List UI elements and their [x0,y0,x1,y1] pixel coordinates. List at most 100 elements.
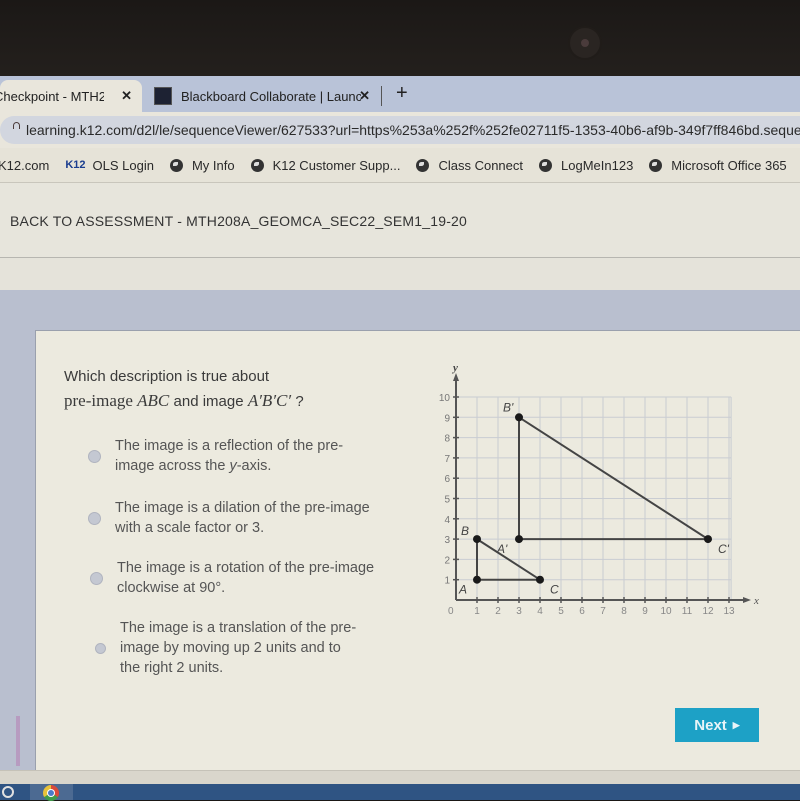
bookmark-label: My Info [191,157,235,173]
url-input[interactable]: learning.k12.com/d2l/le/sequenceViewer/6… [0,116,800,144]
y-tick-label: 5 [444,495,450,506]
tab-checkpoint[interactable]: Checkpoint - MTH208A ✕ [0,80,142,112]
chrome-icon [43,785,59,801]
y-tick-label: 3 [444,535,450,546]
y-tick-label: 2 [444,555,450,566]
x-tick-label: 4 [537,606,543,617]
globe-icon [250,158,264,172]
globe-icon [169,158,183,172]
vertex-label: C [550,583,559,597]
answer-option-2[interactable]: The image is a dilation of the pre-image… [88,498,375,538]
radio-button[interactable] [88,511,101,525]
bookmarks-bar: K12.com K12 OLS Login My Info K12 Custome… [0,148,800,183]
y-tick-label: 9 [444,413,450,424]
bookmark-label: LogMeIn123 [561,157,634,173]
x-tick-label: 7 [600,606,606,617]
tab-blackboard[interactable]: Blackboard Collaborate | Launch ✕ [146,80,376,112]
math-abc: ABC [137,391,170,410]
tab-label: Blackboard Collaborate | Launch [181,88,361,104]
x-axis-label: x [753,595,759,607]
x-tick-label: 3 [516,606,522,617]
answer-option-3[interactable]: The image is a rotation of the pre-image… [90,558,377,598]
close-tab-icon[interactable]: ✕ [359,88,370,104]
screen: Checkpoint - MTH208A ✕ Blackboard Collab… [0,76,800,801]
vertex-label: B [461,524,469,538]
question-prompt: Which description is true about pre-imag… [64,368,304,411]
bookmark-label: Class Connect [438,157,524,173]
text-pre-image: pre-image [64,391,133,410]
origin-label: 0 [448,606,454,617]
vertex-c-prime [704,535,712,544]
x-tick-label: 13 [723,606,735,617]
x-tick-label: 5 [558,606,564,617]
bookmark-office365[interactable]: Microsoft Office 365 [649,157,787,173]
vertex-b [473,535,481,544]
x-tick-label: 11 [682,606,693,617]
globe-icon [416,158,430,172]
y-tick-label: 10 [439,393,451,404]
y-tick-label: 1 [444,576,450,587]
tab-label: Checkpoint - MTH208A [0,88,104,104]
vertex-a-prime [515,535,523,544]
assessment-header: BACK TO ASSESSMENT - MTH208A_GEOMCA_SEC2… [0,183,800,258]
x-tick-label: 8 [621,606,627,617]
close-tab-icon[interactable]: ✕ [121,88,132,104]
tab-separator [381,86,382,106]
bookmark-label: K12 Customer Supp... [272,157,401,173]
blackboard-icon [154,87,172,105]
vertex-label: A' [496,542,508,556]
bookmark-customer-support[interactable]: K12 Customer Supp... [250,157,401,173]
bookmark-k12[interactable]: K12.com [0,158,49,173]
vertex-a [473,575,481,584]
globe-icon [539,158,553,172]
header-strip [0,258,800,291]
x-tick-label: 12 [702,606,714,617]
url-text: learning.k12.com/d2l/le/sequenceViewer/6… [26,122,800,138]
new-tab-button[interactable]: + [396,82,408,105]
x-axis-arrow-icon [743,597,751,603]
text-and: and image [173,393,244,410]
y-axis-label: y [451,362,458,374]
y-tick-label: 8 [444,434,450,445]
x-tick-label: 9 [642,606,648,617]
option-text: The image is a translation of the pre-im… [120,620,357,676]
back-to-assessment-link[interactable]: BACK TO ASSESSMENT - MTH208A_GEOMCA_SEC2… [10,213,467,229]
y-tick-label: 7 [444,454,450,465]
option-text-italic: y [229,458,237,474]
vertex-b-prime [515,413,523,422]
bookmark-my-info[interactable]: My Info [169,157,235,173]
bookmark-label: OLS Login [92,157,154,173]
bookmark-ols-login[interactable]: K12 OLS Login [65,158,154,173]
bookmark-label: Microsoft Office 365 [671,157,787,173]
answer-option-4[interactable]: The image is a translation of the pre-im… [95,618,360,678]
play-arrow-icon: ▶ [732,719,740,730]
vertex-label: B' [503,400,514,414]
radio-button[interactable] [90,571,103,585]
taskbar [0,784,800,801]
next-button[interactable]: Next ▶ [675,708,759,742]
x-tick-label: 1 [474,606,480,617]
vertex-label: C' [718,542,730,556]
left-accent-bar [16,716,20,766]
y-axis-arrow-icon [453,373,459,381]
next-label: Next [694,716,727,734]
radio-button[interactable] [95,642,106,654]
vertex-c [536,575,544,584]
x-tick-label: 10 [660,606,672,617]
bookmark-logmein[interactable]: LogMeIn123 [539,158,633,173]
radio-button[interactable] [88,449,101,463]
taskbar-chrome-button[interactable] [30,784,73,801]
vertex-label: A [458,583,467,597]
monitor-bezel [0,0,800,78]
search-icon[interactable] [2,786,14,798]
webcam-icon [570,28,600,58]
option-text: The image is a rotation of the pre-image… [117,560,375,596]
math-abc-prime: A′B′C′ [247,391,292,410]
x-tick-label: 2 [495,606,501,617]
bookmark-class-connect[interactable]: Class Connect [416,158,523,173]
answer-option-1[interactable]: The image is a reflection of the pre-ima… [88,436,375,476]
option-text: The image is a dilation of the pre-image… [115,500,370,536]
k12-icon: K12 [65,159,86,171]
question-line-2: pre-image ABC and image A′B′C′ ? [64,391,304,411]
page-bottom [0,770,800,785]
